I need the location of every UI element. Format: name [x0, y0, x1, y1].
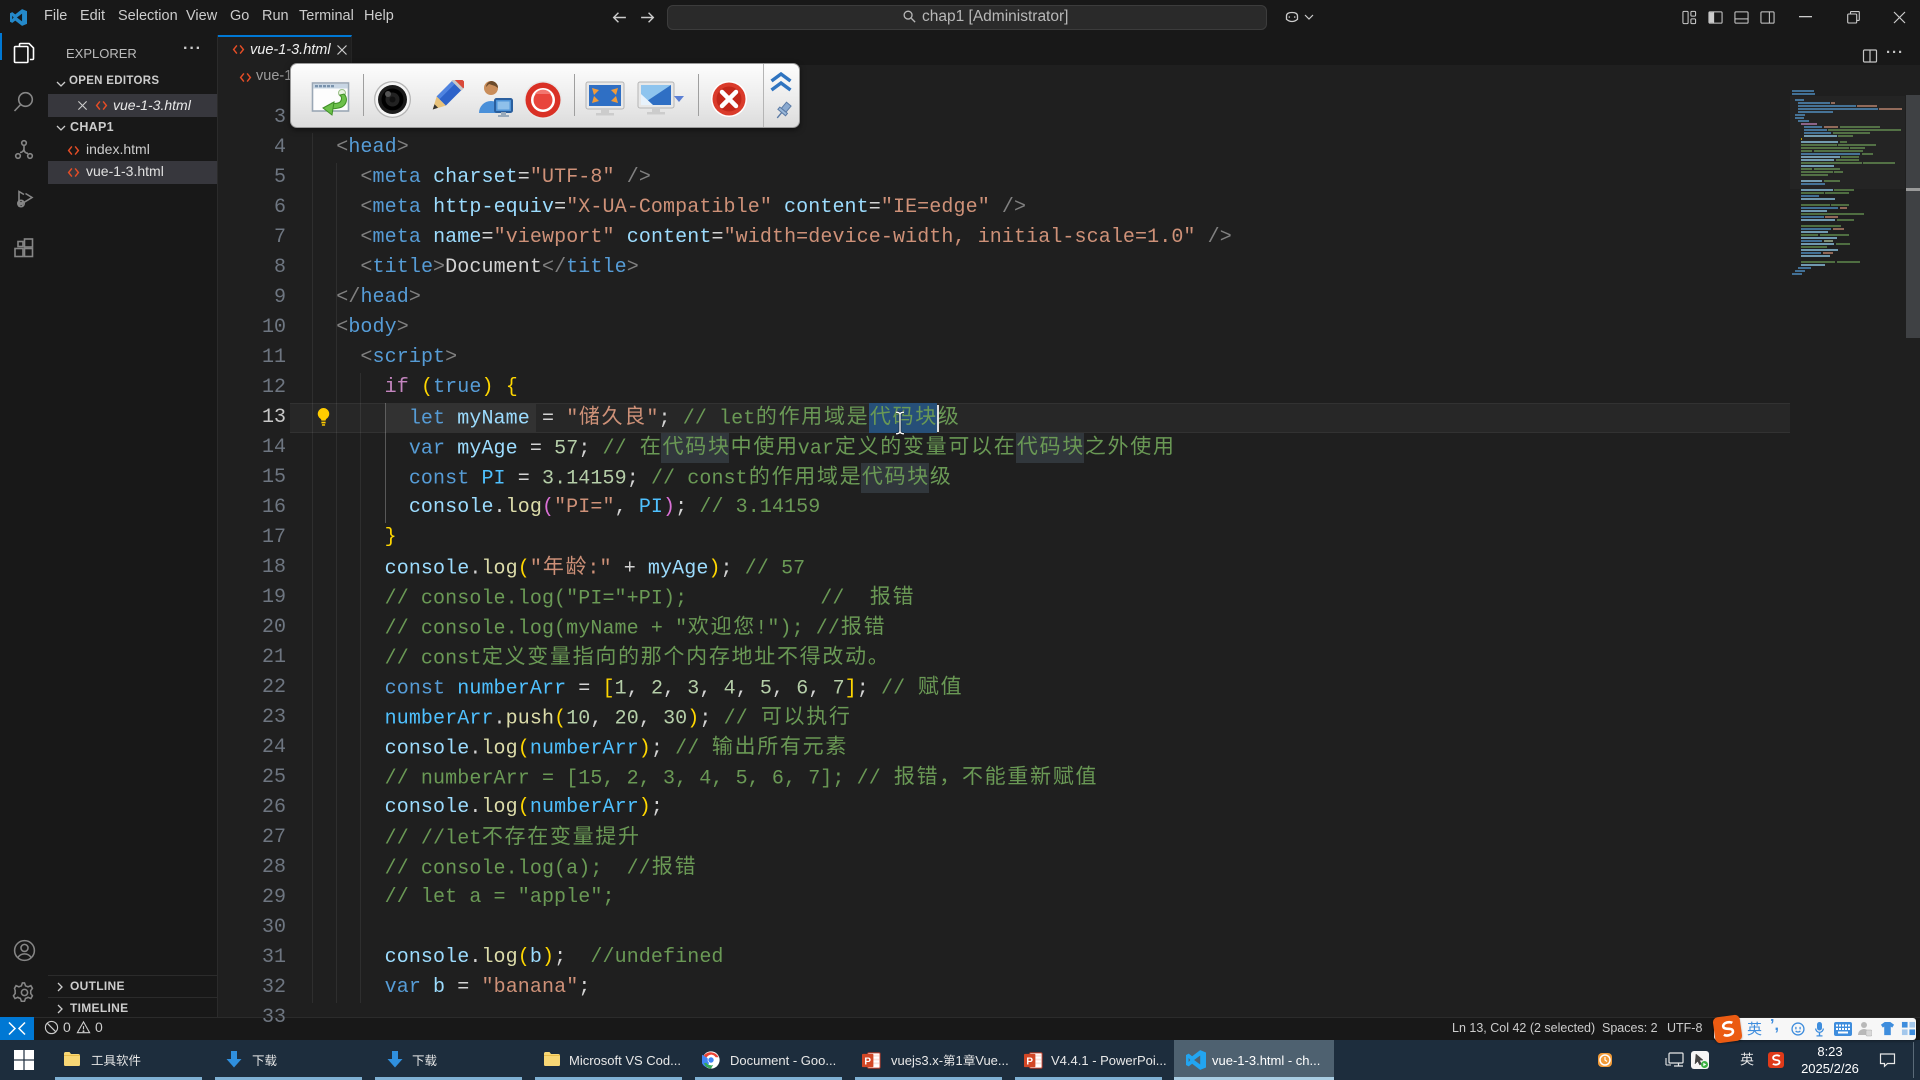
- svg-text:P: P: [1026, 1056, 1033, 1067]
- svg-text:P: P: [864, 1056, 871, 1067]
